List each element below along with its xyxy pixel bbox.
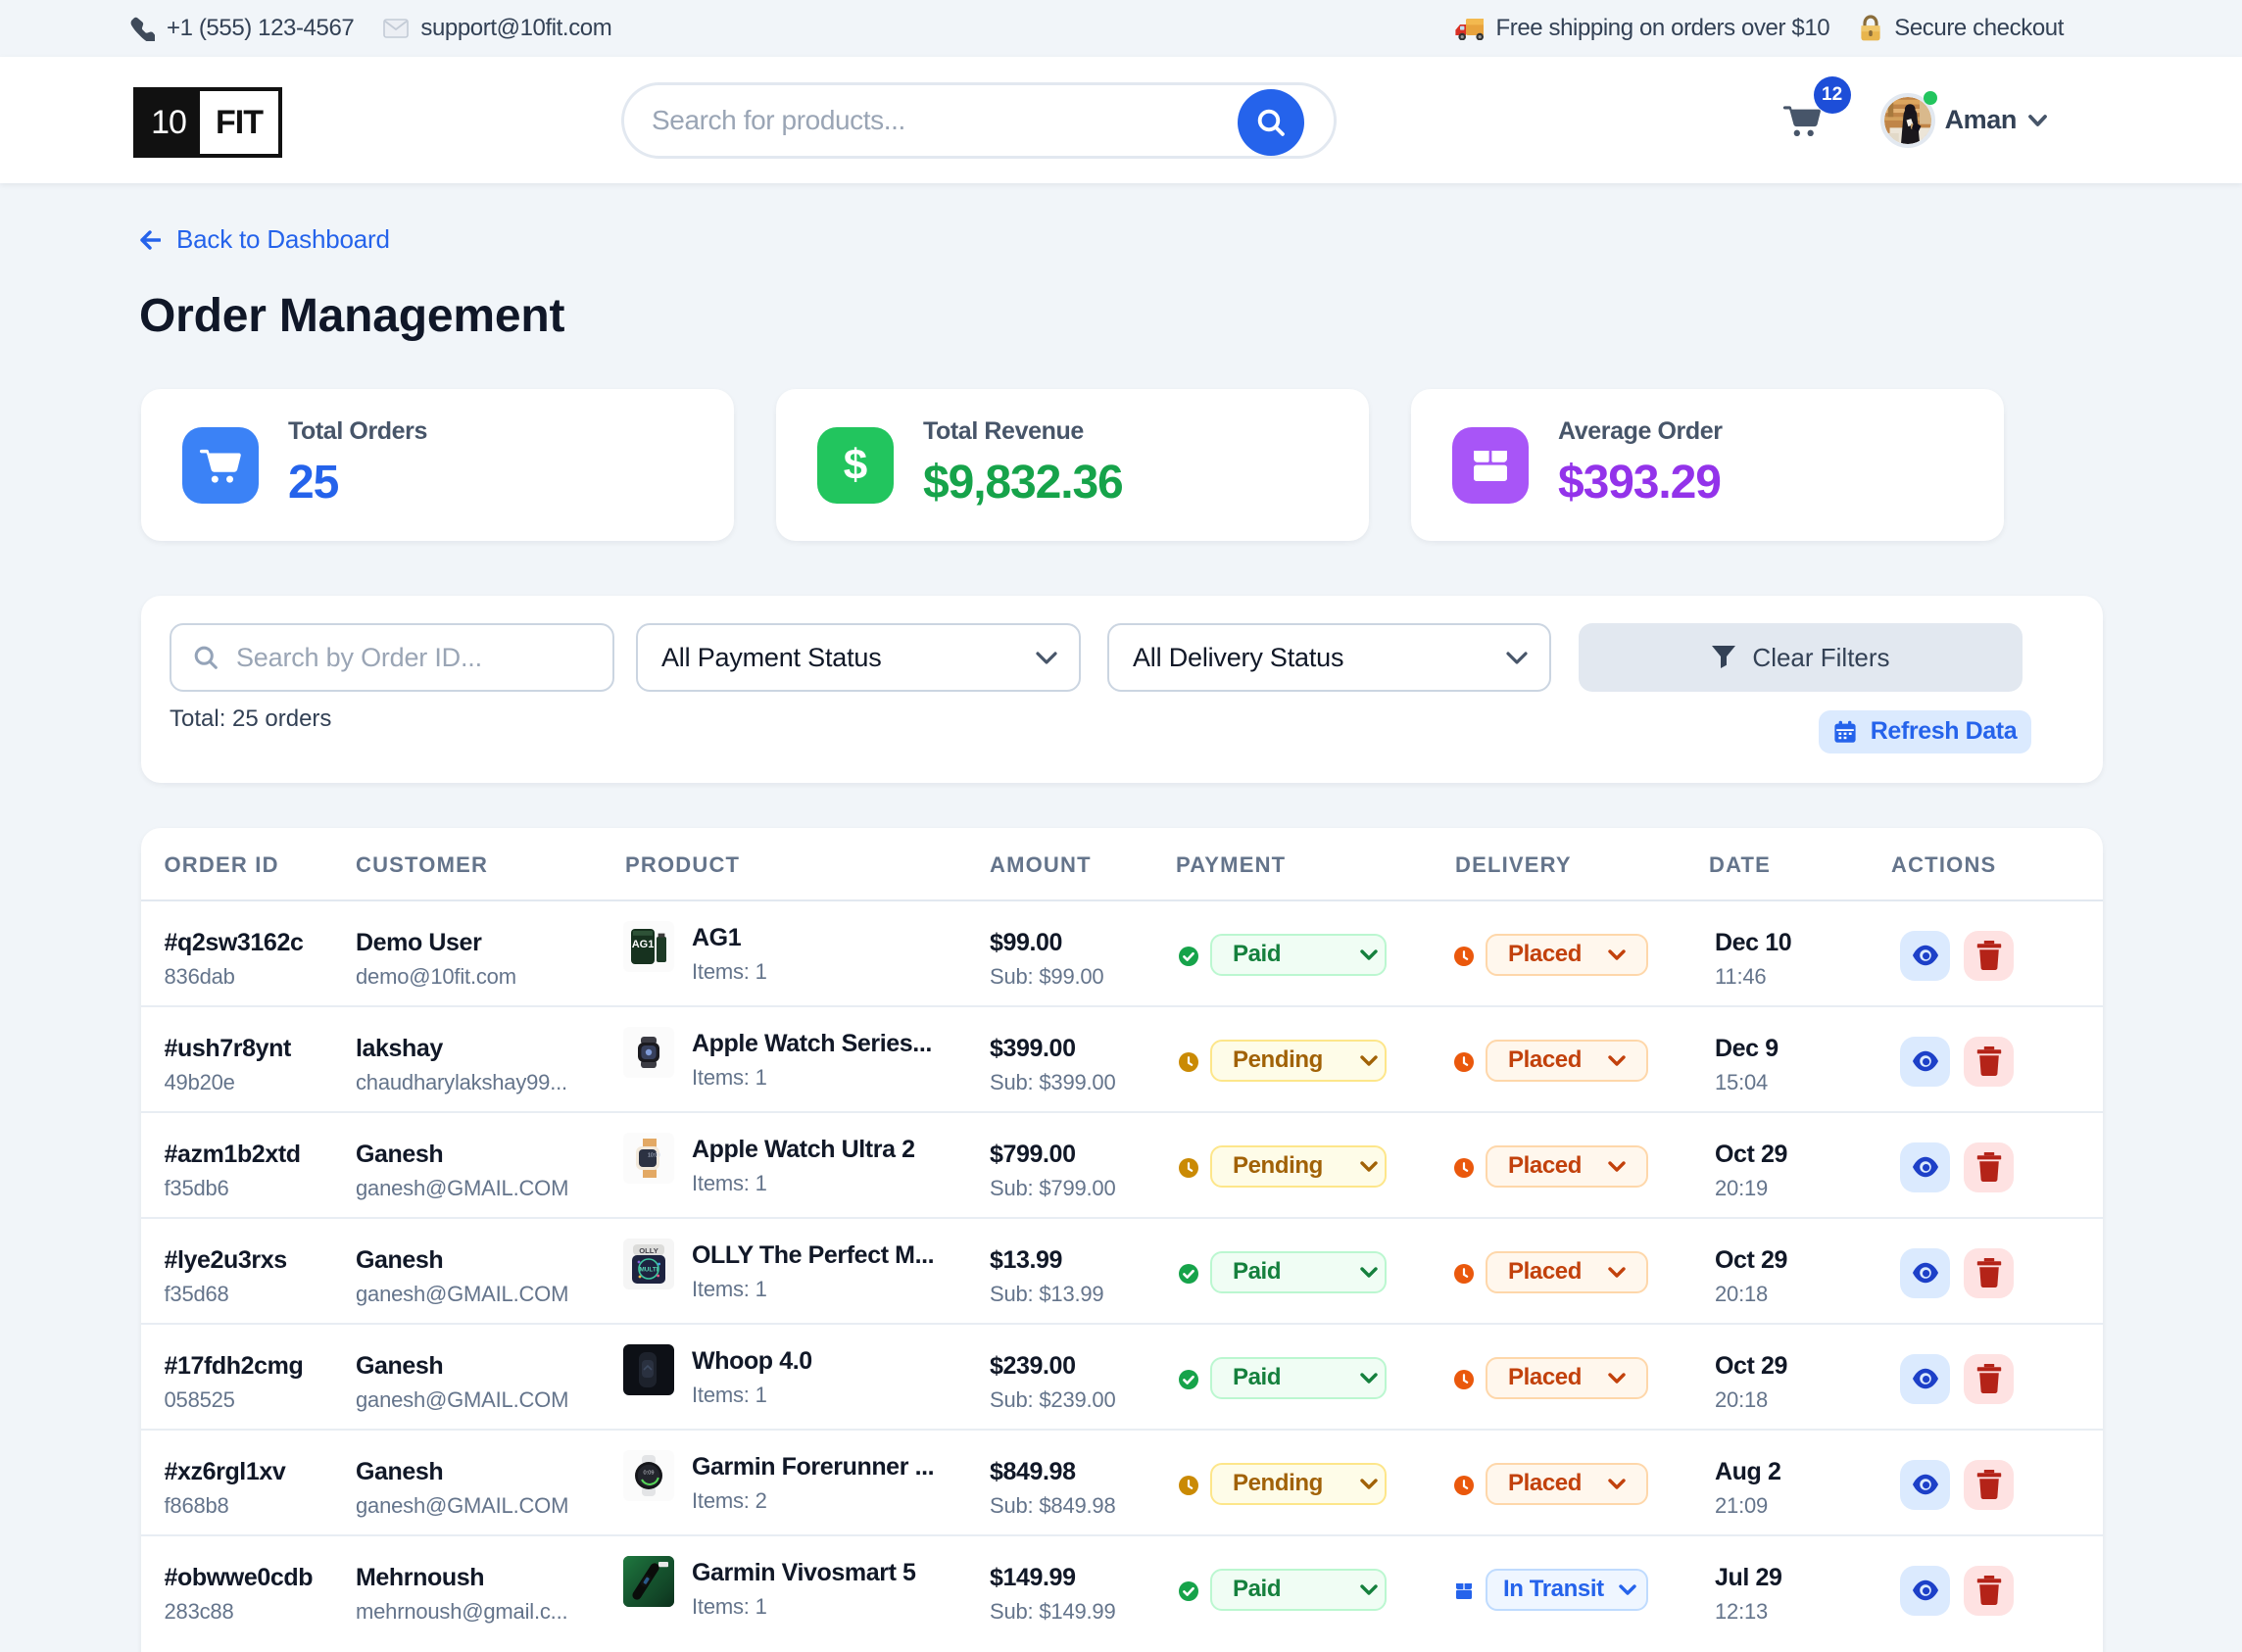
svg-text:10:09: 10:09 [648,1152,660,1158]
svg-text:OLLY: OLLY [639,1245,658,1254]
svg-text:MULTI: MULTI [639,1266,658,1273]
svg-text:AG1: AG1 [632,939,655,950]
svg-text:0:09: 0:09 [644,1470,655,1476]
